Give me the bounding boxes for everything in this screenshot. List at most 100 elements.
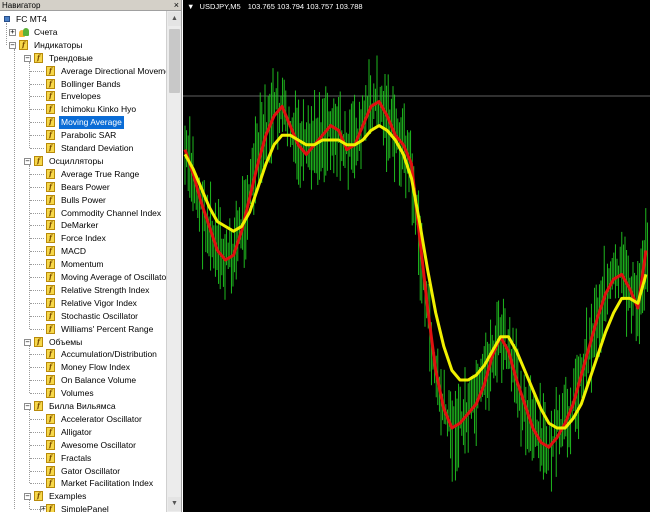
tree-item-label: Ichimoku Kinko Hyo bbox=[61, 104, 137, 115]
tree-item[interactable]: f Market Facilitation Index bbox=[0, 477, 166, 490]
indicator-icon: f bbox=[46, 284, 55, 295]
tree-item[interactable]: f Envelopes bbox=[0, 90, 166, 103]
expand-icon[interactable]: + bbox=[9, 28, 16, 36]
collapse-icon[interactable]: − bbox=[24, 54, 31, 62]
tree-item[interactable]: f Moving Average bbox=[0, 116, 166, 130]
tree-item[interactable]: f Awesome Oscillator bbox=[0, 439, 166, 452]
tree-item-label: Examples bbox=[49, 491, 87, 502]
tree-connector bbox=[30, 354, 44, 356]
tree-item[interactable]: f Volumes bbox=[0, 387, 166, 400]
tree-item-label: Fractals bbox=[61, 452, 92, 463]
price-chart[interactable]: ▼ USDJPY,M5 103.765 103.794 103.757 103.… bbox=[183, 0, 650, 512]
folder-icon: f bbox=[34, 52, 43, 63]
tree-item[interactable]: f Alligator bbox=[0, 426, 166, 439]
tree-item[interactable]: FC MT4 bbox=[0, 13, 166, 26]
tree-item[interactable]: f On Balance Volume bbox=[0, 374, 166, 387]
tree-item[interactable]: f DeMarker bbox=[0, 219, 166, 232]
indicator-icon: f bbox=[46, 65, 55, 76]
tree-item[interactable]: f Standard Deviation bbox=[0, 142, 166, 155]
tree-item-label: Счета bbox=[34, 26, 58, 37]
tree-item[interactable]: f Average True Range bbox=[0, 168, 166, 181]
tree-connector bbox=[30, 148, 44, 149]
tree-item-label: Индикаторы bbox=[34, 39, 83, 50]
collapse-icon[interactable]: − bbox=[9, 41, 16, 49]
tree-connector bbox=[30, 328, 44, 330]
navigator-tree: FC MT4 + Счета − f Индикаторы − f Трендовые f Aver… bbox=[0, 11, 166, 512]
tree-item[interactable]: f Accumulation/Distribution bbox=[0, 348, 166, 361]
tree-item[interactable]: f Ichimoku Kinko Hyo bbox=[0, 103, 166, 116]
tree-connector bbox=[30, 380, 44, 382]
tree-guide-line bbox=[29, 61, 30, 148]
tree-item[interactable]: f Parabolic SAR bbox=[0, 129, 166, 142]
tree-item[interactable]: f Relative Vigor Index bbox=[0, 297, 166, 310]
scroll-down-arrow-icon[interactable]: ▼ bbox=[168, 497, 181, 511]
chart-header: ▼ USDJPY,M5 103.765 103.794 103.757 103.… bbox=[187, 2, 363, 11]
tree-item[interactable]: f Williams' Percent Range bbox=[0, 323, 166, 336]
collapse-icon[interactable]: − bbox=[24, 338, 31, 346]
tree-item[interactable]: f Average Directional Movement Index bbox=[0, 65, 166, 78]
tree-connector bbox=[30, 83, 44, 85]
tree-connector bbox=[30, 509, 44, 511]
tree-guide-line bbox=[29, 410, 30, 484]
tree-connector bbox=[30, 289, 44, 291]
tree-connector bbox=[30, 277, 44, 278]
tree-item[interactable]: − f Индикаторы bbox=[0, 39, 166, 52]
tree-item[interactable]: f Money Flow Index bbox=[0, 361, 166, 374]
tree-item[interactable]: f Force Index bbox=[0, 232, 166, 245]
tree-item[interactable]: + f SimplePanel bbox=[0, 503, 166, 512]
tree-item[interactable]: f Fractals bbox=[0, 452, 166, 465]
accounts-icon bbox=[19, 27, 30, 37]
folder-icon: f bbox=[34, 401, 43, 411]
indicator-icon: f bbox=[46, 465, 55, 476]
tree-item[interactable]: − f Examples bbox=[0, 490, 166, 503]
tree-item-label: Moving Average of Oscillator bbox=[61, 272, 166, 282]
chart-dropdown-arrow-icon[interactable]: ▼ bbox=[187, 2, 194, 11]
indicator-icon: f bbox=[46, 413, 55, 424]
collapse-icon[interactable]: − bbox=[24, 493, 31, 501]
tree-item[interactable]: f Stochastic Oscillator bbox=[0, 310, 166, 323]
tree-item[interactable]: − f Трендовые bbox=[0, 52, 166, 65]
tree-item-label: Alligator bbox=[61, 426, 92, 437]
tree-item[interactable]: f MACD bbox=[0, 245, 166, 258]
tree-item[interactable]: − f Осцилляторы bbox=[0, 155, 166, 168]
tree-item[interactable]: f Accelerator Oscillator bbox=[0, 413, 166, 426]
indicator-icon: f bbox=[46, 104, 55, 115]
collapse-icon[interactable]: − bbox=[24, 403, 31, 410]
tree-item[interactable]: f Bears Power bbox=[0, 181, 166, 194]
tree-item[interactable]: f Moving Average of Oscillator bbox=[0, 271, 166, 284]
indicator-icon: f bbox=[46, 130, 55, 141]
tree-item-label: Average Directional Movement Index bbox=[61, 65, 166, 76]
tree-guide-line bbox=[29, 164, 30, 329]
tree-connector bbox=[30, 173, 44, 175]
tree-connector bbox=[30, 470, 44, 472]
tree-connector bbox=[30, 264, 44, 266]
folder-icon: f bbox=[34, 336, 43, 347]
tree-item-label: Relative Vigor Index bbox=[61, 297, 137, 308]
indicator-icon: f bbox=[46, 272, 55, 282]
tree-item-label: Билла Вильямса bbox=[49, 401, 116, 411]
tree-item[interactable]: f Bulls Power bbox=[0, 194, 166, 207]
tree-item[interactable]: + Счета bbox=[0, 26, 166, 39]
tree-item-label: Envelopes bbox=[61, 91, 101, 102]
tree-connector bbox=[30, 444, 44, 446]
terminal-icon bbox=[4, 16, 10, 22]
collapse-icon[interactable]: − bbox=[24, 157, 31, 165]
scroll-up-arrow-icon[interactable]: ▲ bbox=[168, 12, 181, 26]
close-icon[interactable]: × bbox=[174, 0, 179, 11]
tree-item[interactable]: f Commodity Channel Index bbox=[0, 207, 166, 220]
tree-item[interactable]: f Relative Strength Index bbox=[0, 284, 166, 297]
scroll-thumb[interactable] bbox=[169, 29, 180, 93]
tree-item[interactable]: f Bollinger Bands bbox=[0, 78, 166, 91]
navigator-scrollbar[interactable]: ▲ ▼ bbox=[166, 11, 181, 512]
tree-guide-line bbox=[14, 48, 15, 510]
tree-item-label: MACD bbox=[61, 246, 87, 257]
tree-item-label: Bollinger Bands bbox=[61, 78, 121, 89]
tree-item[interactable]: f Momentum bbox=[0, 258, 166, 271]
tree-item[interactable]: − f Объемы bbox=[0, 336, 166, 349]
tree-connector bbox=[30, 315, 44, 317]
tree-item-label: Осцилляторы bbox=[49, 155, 104, 166]
chart-canvas bbox=[183, 55, 650, 492]
tree-item[interactable]: f Gator Oscillator bbox=[0, 465, 166, 478]
tree-item[interactable]: − f Билла Вильямса bbox=[0, 400, 166, 413]
chart-open: 103.765 bbox=[247, 2, 275, 11]
